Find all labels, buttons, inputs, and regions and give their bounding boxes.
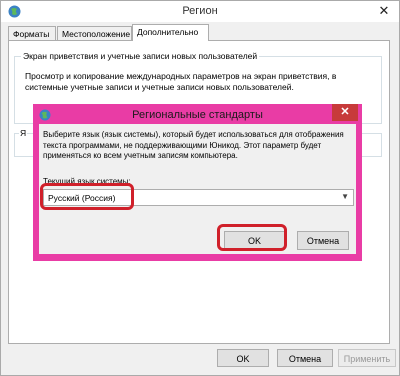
dialog-close-icon[interactable]: ✕ [332, 104, 358, 121]
tab-advanced[interactable]: Дополнительно [132, 24, 209, 41]
dialog-cancel-button[interactable]: Отмена [297, 231, 349, 250]
welcome-group-title: Экран приветствия и учетные записи новых… [21, 51, 260, 61]
tab-formats[interactable]: Форматы [8, 26, 56, 40]
system-language-group-title: Я [19, 128, 28, 138]
dialog-ok-button[interactable]: OK [224, 231, 285, 250]
cancel-button[interactable]: Отмена [277, 349, 333, 367]
system-language-select[interactable]: Русский (Россия) ▼ [43, 189, 354, 206]
title-bar: Регион ✕ [1, 1, 399, 22]
current-system-language-label: Текущий язык системы: [43, 177, 131, 186]
chevron-down-icon: ▼ [341, 192, 349, 201]
dialog-description: Выберите язык (язык системы), который бу… [43, 130, 344, 160]
selected-language: Русский (Россия) [48, 193, 116, 203]
regional-settings-dialog: Региональные стандарты ✕ Выберите язык (… [33, 104, 362, 261]
apply-button[interactable]: Применить [338, 349, 396, 367]
dialog-title: Региональные стандарты [132, 109, 263, 121]
dialog-body: Выберите язык (язык системы), который бу… [39, 124, 356, 254]
close-icon[interactable]: ✕ [373, 2, 395, 20]
welcome-group-text: Просмотр и копирование международных пар… [25, 71, 337, 92]
ok-button[interactable]: OK [217, 349, 269, 367]
window-title: Регион [182, 5, 218, 17]
tab-location[interactable]: Местоположение [57, 26, 132, 40]
